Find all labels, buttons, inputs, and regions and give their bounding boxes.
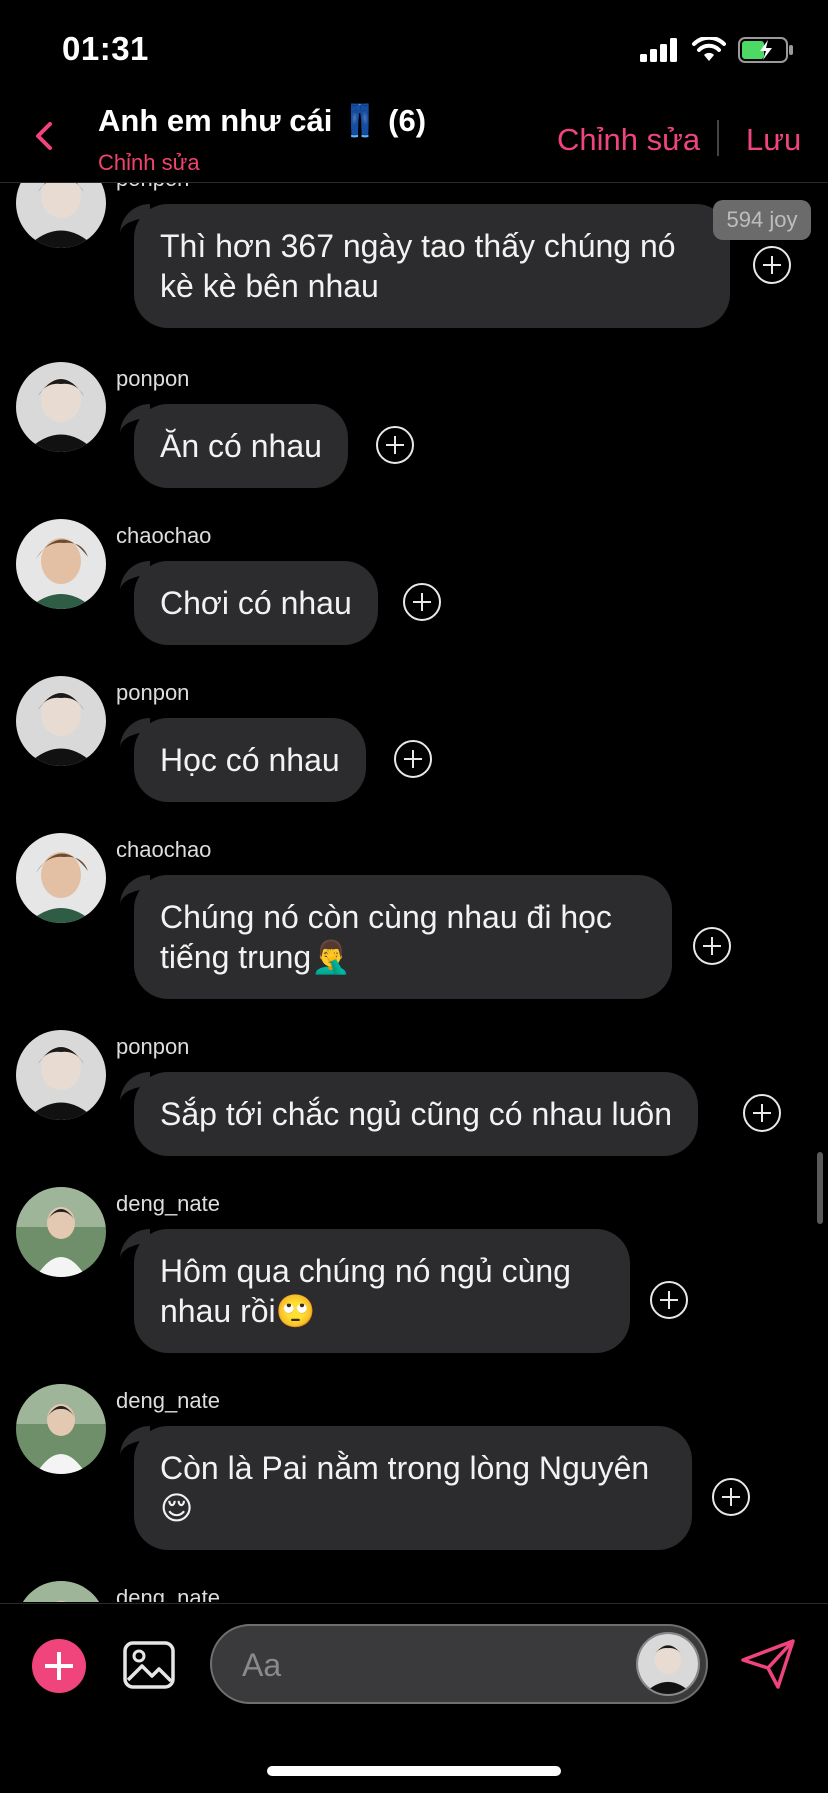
battery-icon xyxy=(738,37,793,63)
add-reaction-button[interactable] xyxy=(394,740,432,778)
sender-name: ponpon xyxy=(116,366,190,391)
status-bar: 01:31 xyxy=(0,0,828,96)
message-bubble[interactable]: Học có nhau xyxy=(120,718,366,802)
avatar[interactable] xyxy=(16,519,106,609)
status-icons xyxy=(640,34,794,66)
sender-name: chaochao xyxy=(116,837,212,862)
signal-icon xyxy=(640,38,677,62)
message-bubble[interactable]: Chúng nó còn cùng nhau đi học tiếng trun… xyxy=(120,875,672,999)
chat-header: Anh em như cái 👖 (6) Chỉnh sửa Chỉnh sửa… xyxy=(0,96,828,183)
message-bubble[interactable]: Hôm qua chúng nó ngủ cùng nhau rồi🙄 xyxy=(120,1229,630,1353)
add-reaction-button[interactable] xyxy=(743,1094,781,1132)
message-bubble[interactable]: Chơi có nhau xyxy=(120,561,378,645)
wifi-icon xyxy=(692,37,726,61)
status-time: 01:31 xyxy=(62,30,149,67)
edit-button[interactable]: Chỉnh sửa xyxy=(557,122,700,158)
scroll-indicator[interactable] xyxy=(817,1152,823,1224)
add-reaction-button[interactable] xyxy=(753,246,791,284)
avatar[interactable] xyxy=(16,362,106,452)
add-reaction-button[interactable] xyxy=(650,1281,688,1319)
message-input-wrapper[interactable] xyxy=(210,1624,708,1704)
add-reaction-button[interactable] xyxy=(693,927,731,965)
sender-name: chaochao xyxy=(116,523,212,548)
avatar[interactable] xyxy=(16,1384,106,1474)
message-feed[interactable]: ponpon Thì hơn 367 ngày tao thấy chúng n… xyxy=(0,182,828,1602)
message-bubble[interactable]: Sắp tới chắc ngủ cũng có nhau luôn xyxy=(119,1072,699,1156)
sender-name: ponpon xyxy=(116,182,189,192)
send-icon[interactable] xyxy=(740,1638,796,1690)
sender-name: deng_nate xyxy=(116,1585,220,1602)
sender-name: ponpon xyxy=(116,1034,190,1059)
chat-title[interactable]: Anh em như cái 👖 (6) xyxy=(98,102,426,139)
reaction-count-badge[interactable]: 594 joy xyxy=(713,200,811,240)
sender-name: deng_nate xyxy=(116,1388,220,1413)
message-bubble[interactable]: Còn là Pai nằm trong lòng Nguyên 😌 xyxy=(120,1426,692,1550)
sender-name: deng_nate xyxy=(116,1191,220,1216)
avatar[interactable] xyxy=(636,1632,700,1696)
avatar[interactable] xyxy=(16,1030,106,1120)
sender-name: ponpon xyxy=(116,680,190,705)
chat-subtitle[interactable]: Chỉnh sửa xyxy=(98,150,200,176)
save-button[interactable]: Lưu xyxy=(746,122,801,158)
avatar[interactable] xyxy=(16,833,106,923)
add-reaction-button[interactable] xyxy=(712,1478,750,1516)
avatar[interactable] xyxy=(16,676,106,766)
home-indicator[interactable] xyxy=(267,1766,561,1776)
back-arrow-icon[interactable] xyxy=(30,116,60,156)
image-icon[interactable] xyxy=(122,1638,176,1692)
add-reaction-button[interactable] xyxy=(376,426,414,464)
add-attachment-button[interactable] xyxy=(32,1639,86,1693)
message-bubble[interactable]: Thì hơn 367 ngày tao thấy chúng nó kè kè… xyxy=(120,204,730,328)
avatar[interactable] xyxy=(16,1581,106,1602)
message-bubble[interactable]: Ăn có nhau xyxy=(120,404,348,488)
add-reaction-button[interactable] xyxy=(403,583,441,621)
avatar[interactable] xyxy=(16,1187,106,1277)
message-composer xyxy=(0,1603,828,1793)
header-divider xyxy=(717,120,719,156)
avatar[interactable] xyxy=(16,182,106,248)
message-input[interactable] xyxy=(240,1626,644,1704)
